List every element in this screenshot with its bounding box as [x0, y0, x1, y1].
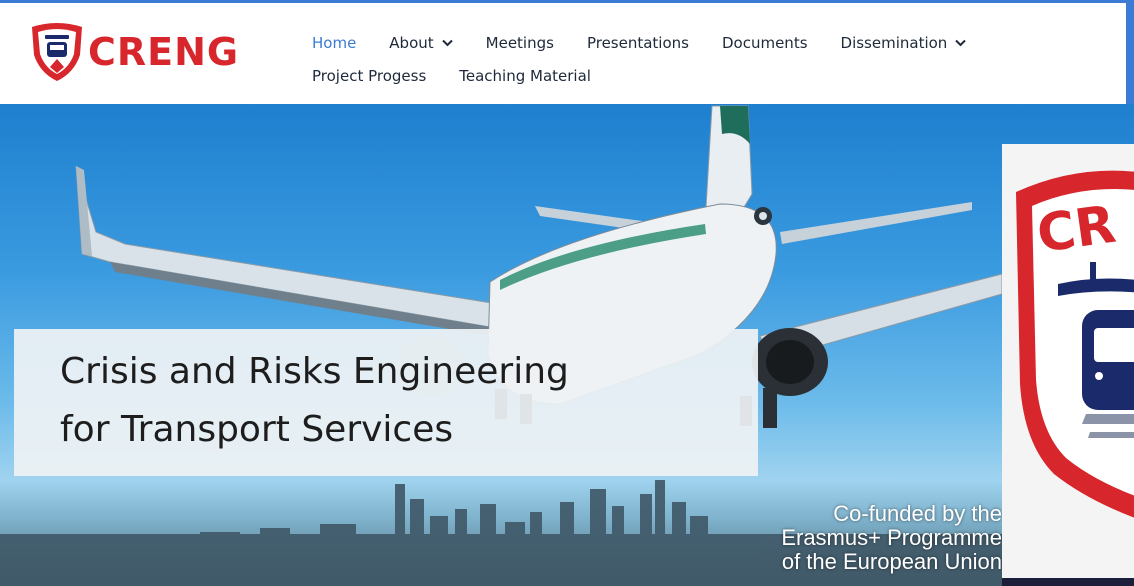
nav-dissemination[interactable]: Dissemination	[841, 34, 967, 52]
hero-banner: Crisis and Risks Engineering for Transpo…	[0, 104, 1134, 586]
nav-presentations-label: Presentations	[586, 34, 689, 52]
logo-zoom-popup[interactable]: CR	[1002, 144, 1134, 586]
nav-about[interactable]: About	[389, 34, 453, 52]
erasmus-cofunded-text: Co-funded by the Erasmus+ Programme of t…	[722, 502, 1002, 574]
hero-headline-box: Crisis and Risks Engineering for Transpo…	[14, 329, 758, 476]
cofunded-line-3: of the European Union	[781, 549, 1002, 574]
cofunded-line-1: Co-funded by the	[833, 501, 1002, 526]
hero-title-line-2: for Transport Services	[60, 409, 454, 450]
nav-teaching-material-label: Teaching Material	[459, 67, 591, 85]
nav-meetings-label: Meetings	[485, 34, 554, 52]
nav-home-label: Home	[312, 34, 357, 52]
creng-logo-zoom-icon: CR	[1016, 170, 1134, 518]
hero-headline: Crisis and Risks Engineering for Transpo…	[60, 343, 569, 459]
nav-presentations[interactable]: Presentations	[587, 34, 689, 52]
nav-dissemination-label: Dissemination	[840, 34, 948, 52]
chevron-down-icon	[441, 39, 453, 47]
cofunded-line-2: Erasmus+ Programme	[781, 525, 1002, 550]
site-header: CRENG Home About Meetings Presentations …	[0, 0, 1134, 107]
nav-home[interactable]: Home	[312, 34, 356, 52]
nav-project-progress[interactable]: Project Progess	[312, 67, 426, 85]
main-nav-row-2: Project Progess Teaching Material	[312, 67, 624, 85]
header-edge	[1126, 3, 1134, 107]
popup-logo-text: CR	[1033, 195, 1119, 265]
nav-documents[interactable]: Documents	[722, 34, 808, 52]
logo-text: CRENG	[88, 30, 240, 74]
popup-footer-bar	[1002, 578, 1134, 586]
main-nav: Home About Meetings Presentations Docume…	[312, 34, 999, 52]
nav-about-label: About	[389, 34, 434, 52]
nav-teaching-material[interactable]: Teaching Material	[459, 67, 591, 85]
nav-meetings[interactable]: Meetings	[486, 34, 554, 52]
shield-logo-icon	[32, 23, 82, 81]
chevron-down-icon	[955, 39, 967, 47]
hero-title-line-1: Crisis and Risks Engineering	[60, 351, 569, 392]
creng-logo[interactable]: CRENG	[28, 21, 239, 83]
nav-project-progress-label: Project Progess	[312, 67, 427, 85]
nav-documents-label: Documents	[721, 34, 808, 52]
